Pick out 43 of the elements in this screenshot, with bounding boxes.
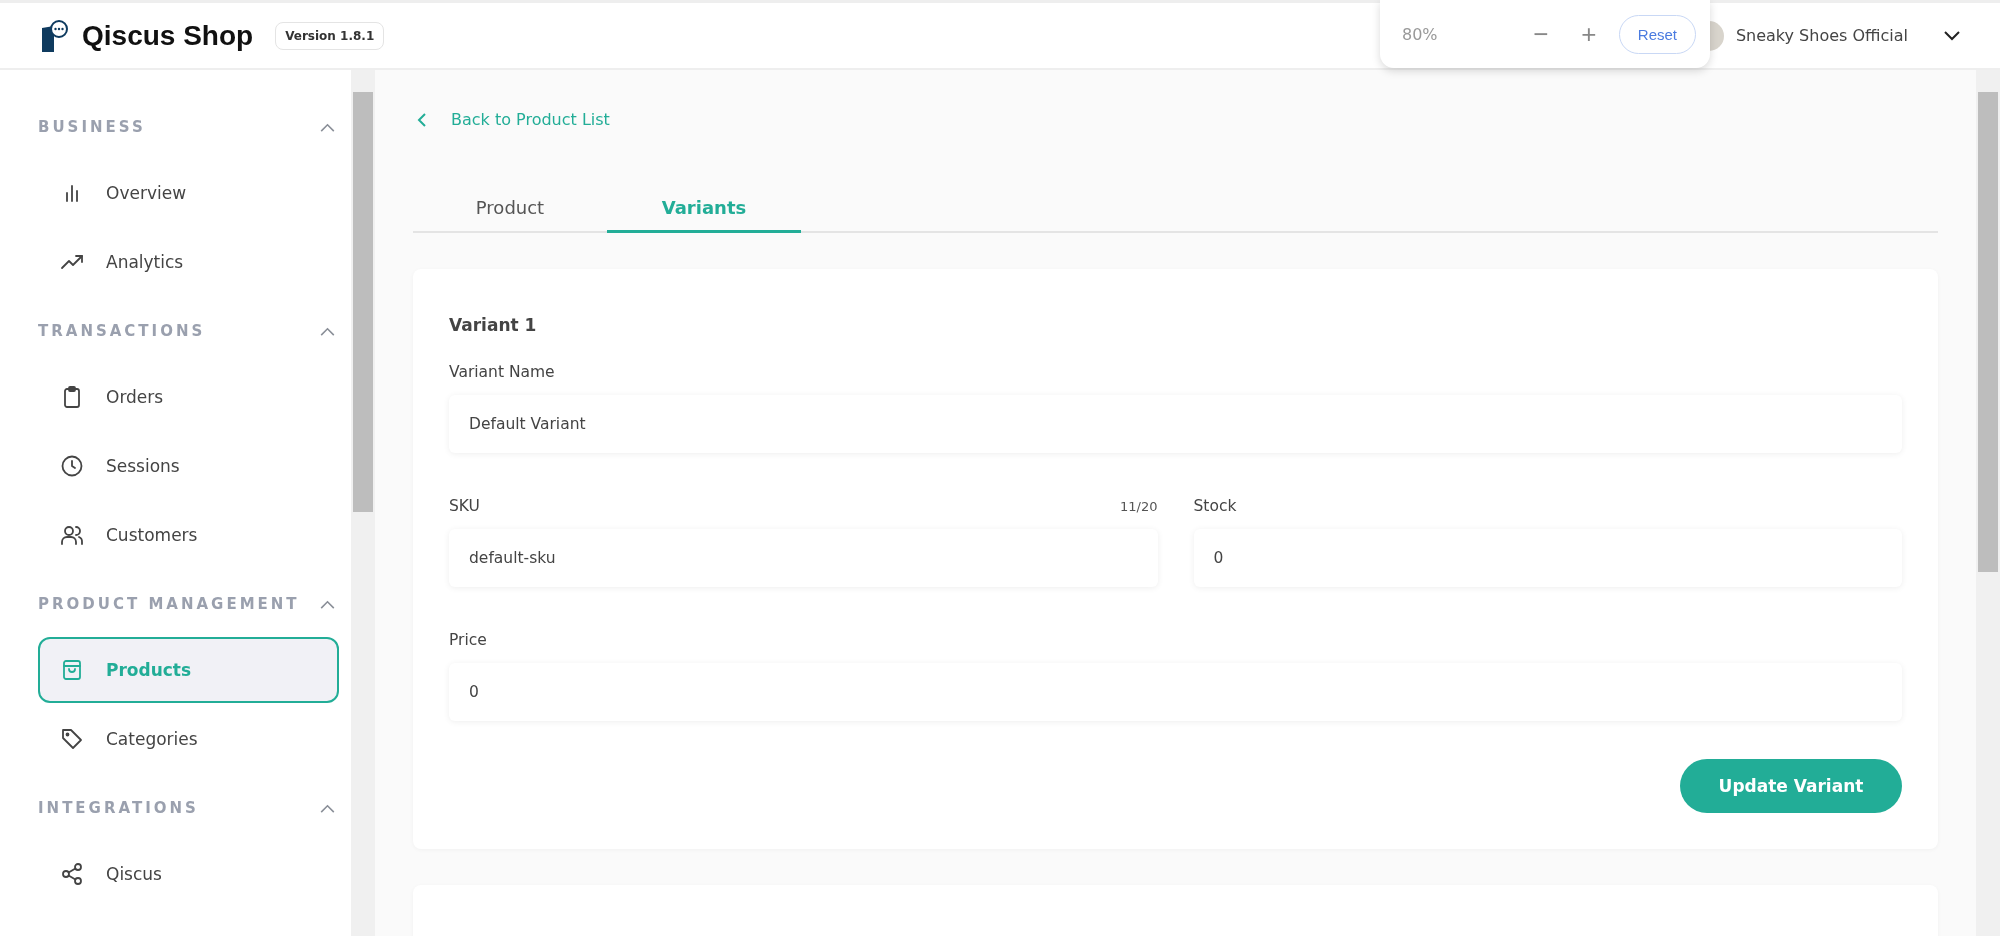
version-badge: Version 1.8.1 — [275, 21, 385, 50]
share-icon — [60, 862, 84, 886]
section-title: BUSINESS — [38, 118, 146, 136]
section-title: PRODUCT MANAGEMENT — [38, 595, 300, 613]
sidebar-item[interactable]: Sessions — [38, 433, 339, 499]
input-field[interactable]: 0 — [1193, 529, 1902, 587]
sidebar-item[interactable]: Categories — [38, 706, 339, 772]
card-title: Variant 1 — [449, 315, 538, 335]
shop-logo-icon — [40, 19, 68, 52]
zoom-in-button[interactable]: + — [1570, 18, 1607, 50]
sidebar-item[interactable]: Analytics — [38, 229, 339, 295]
input-field[interactable]: default-sku — [449, 529, 1158, 587]
field-label: Price — [449, 631, 488, 649]
input-field[interactable]: 0 — [449, 663, 1902, 721]
scrollbar[interactable] — [351, 70, 375, 936]
chevron-icon[interactable] — [320, 599, 335, 609]
section-title: TRANSACTIONS — [38, 322, 206, 340]
character-counter: 11/20 — [1120, 499, 1158, 514]
sidebar-item[interactable]: Overview — [38, 160, 339, 226]
shopping-bag-icon — [60, 658, 84, 682]
section-title: INTEGRATIONS — [38, 799, 199, 817]
store-name: Sneaky Shoes Official — [1735, 26, 1908, 45]
chevron-icon[interactable] — [320, 122, 335, 132]
scrollbar[interactable] — [1976, 70, 2000, 936]
input-field[interactable]: Default Variant — [449, 395, 1902, 453]
sidebar-item[interactable]: Customers — [38, 502, 339, 568]
field-label: SKU — [449, 497, 480, 515]
app-name: Qiscus Shop — [82, 19, 254, 52]
tab[interactable]: Product — [413, 185, 607, 233]
zoom-level: 80% — [1402, 24, 1439, 44]
field-label: Stock — [1193, 497, 1237, 515]
chevron-down-icon[interactable] — [1944, 30, 1960, 41]
zoom-out-button[interactable]: − — [1522, 18, 1559, 50]
field-label: Variant Name — [449, 363, 556, 381]
chevron-icon[interactable] — [320, 326, 335, 336]
sidebar-item[interactable]: Qiscus — [38, 841, 339, 907]
chevron-icon[interactable] — [320, 803, 335, 813]
users-icon — [60, 523, 84, 547]
clock-icon — [60, 454, 84, 478]
tag-icon — [60, 727, 84, 751]
sidebar-item[interactable]: Orders — [38, 364, 339, 430]
reset-button[interactable]: Reset — [1618, 14, 1696, 54]
chevron-left-icon — [417, 111, 427, 128]
